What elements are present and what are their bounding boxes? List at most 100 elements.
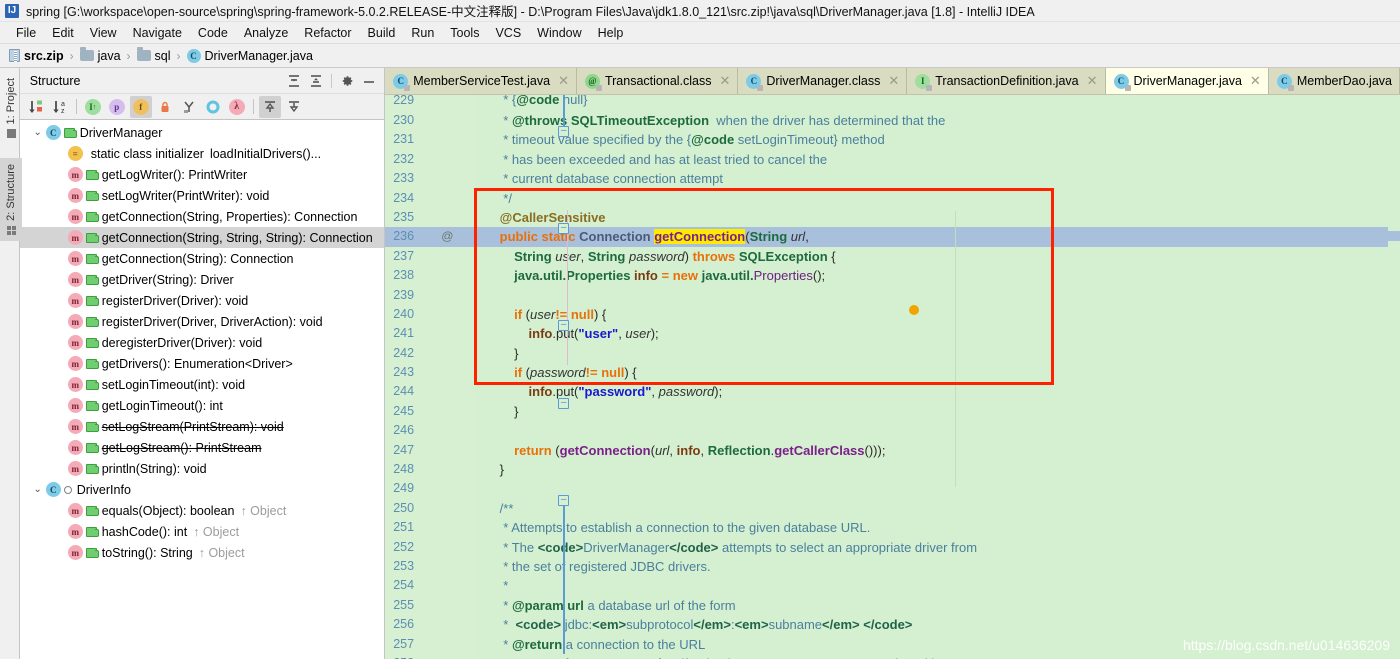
autoscroll-to-source-icon[interactable]	[258, 95, 281, 118]
code-fold-marker-245[interactable]: −	[558, 398, 570, 409]
editor-scrollbar-markers[interactable]	[1388, 95, 1400, 659]
editor-tab-drivermanager-java[interactable]: C DriverManager.java ✕	[1105, 68, 1269, 94]
breadcrumb-item-drivermanager-java[interactable]: C DriverManager.java	[184, 48, 316, 63]
structure-tree-item[interactable]: m getDriver(String): Driver	[20, 269, 384, 290]
code-token: ,	[669, 442, 677, 458]
code-fold-marker-242[interactable]: −	[558, 320, 570, 331]
tool-window-button-project[interactable]: 1: Project	[0, 72, 22, 144]
menu-item-refactor[interactable]: Refactor	[296, 24, 359, 42]
code-token: password	[658, 384, 715, 400]
autoscroll-from-source-icon[interactable]	[283, 96, 305, 118]
show-non-public-icon[interactable]	[154, 96, 176, 118]
editor-tab-transactional-class[interactable]: @ Transactional.class ✕	[576, 68, 739, 94]
menu-item-vcs[interactable]: VCS	[487, 24, 529, 42]
minimize-icon[interactable]	[358, 71, 380, 91]
editor-gutter[interactable]: 229 230 231 232 233 234 235 236 @237 238 239 240 241…	[385, 95, 476, 659]
structure-tree-item[interactable]: m getConnection(String): Connection	[20, 248, 384, 269]
structure-item-label: getConnection(String, Properties): Conne…	[101, 209, 358, 224]
code-token: attempts to select an appropriate driver…	[718, 539, 978, 555]
close-icon[interactable]: ✕	[1250, 73, 1261, 89]
show-anonymous-classes-icon[interactable]	[178, 96, 200, 118]
code-editor[interactable]: 229 230 231 232 233 234 235 236 @237 238 239 240 241…	[385, 95, 1400, 659]
structure-tree-item[interactable]: m setLogStream(PrintStream): void	[20, 416, 384, 437]
structure-tree-item[interactable]: m getConnection(String, Properties): Conn…	[20, 206, 384, 227]
close-icon[interactable]: ✕	[558, 73, 569, 89]
gutter-line-number: 237	[393, 248, 415, 263]
sort-alphabetically-icon[interactable]: a z	[49, 96, 71, 118]
collapse-all-icon[interactable]	[305, 71, 327, 91]
structure-tree-item[interactable]: ⌄ C DriverInfo	[20, 479, 384, 500]
structure-tree-item[interactable]: ⌄ C DriverManager	[20, 122, 384, 143]
show-fields-icon[interactable]: f	[129, 95, 152, 118]
gutter-line-number: 257	[393, 636, 415, 651]
gutter-line-number: 256	[393, 617, 415, 632]
chevron-down-icon[interactable]: ⌄	[30, 484, 46, 495]
breadcrumb-item-java[interactable]: java	[77, 47, 124, 63]
structure-tree-item[interactable]: m getLogWriter(): PrintWriter	[20, 164, 384, 185]
structure-tree-item[interactable]: m getConnection(String, String, String): …	[19, 227, 385, 248]
editor-tab-transactiondefinition-java[interactable]: I TransactionDefinition.java ✕	[907, 68, 1106, 94]
editor-tab-memberservicetest-java[interactable]: C MemberServiceTest.java ✕	[385, 68, 577, 94]
close-icon[interactable]: ✕	[888, 73, 899, 89]
menu-item-code[interactable]: Code	[190, 24, 236, 42]
structure-tree-item[interactable]: m registerDriver(Driver, DriverAction): v…	[20, 311, 384, 332]
expand-all-icon[interactable]	[283, 71, 305, 91]
code-fold-marker-234[interactable]: −	[558, 126, 570, 137]
structure-tree-item[interactable]: m getLogStream(): PrintStream	[20, 437, 384, 458]
project-tab-label: 1: Project	[5, 78, 17, 125]
code-token: getConnection	[654, 229, 746, 245]
header-divider	[331, 73, 333, 88]
menu-item-build[interactable]: Build	[360, 24, 404, 42]
structure-tree[interactable]: ⌄ C DriverManager = static class initializer…	[19, 120, 385, 659]
structure-tree-item[interactable]: m equals(Object): boolean ↑ Object	[20, 500, 384, 521]
menu-item-file[interactable]: File	[8, 24, 44, 42]
structure-tree-item[interactable]: m getLoginTimeout(): int	[20, 395, 384, 416]
code-token: <code>	[515, 617, 562, 633]
breadcrumb-item-src-zip[interactable]: src.zip	[6, 49, 67, 63]
structure-tree-item[interactable]: m setLoginTimeout(int): void	[20, 374, 384, 395]
editor-code-column[interactable]: * {@code null} * @throws SQLTimeoutExcep…	[475, 95, 1388, 659]
breadcrumb-item-sql[interactable]: sql	[134, 47, 174, 63]
structure-tree-item[interactable]: m hashCode(): int ↑ Object	[20, 521, 384, 542]
show-lambdas-icon[interactable]: λ	[226, 96, 248, 118]
menu-item-navigate[interactable]: Navigate	[125, 24, 190, 42]
editor-tab-drivermanager-class[interactable]: C DriverManager.class ✕	[738, 68, 908, 94]
menu-item-view[interactable]: View	[82, 24, 125, 42]
code-token: info	[676, 442, 701, 458]
code-line: if (user!= null) {	[475, 305, 1388, 324]
code-fold-marker-237[interactable]: −	[558, 223, 570, 234]
visibility-public-icon	[85, 253, 99, 264]
gear-icon[interactable]	[336, 71, 358, 91]
structure-tree-item[interactable]: m setLogWriter(PrintWriter): void	[20, 185, 384, 206]
sort-by-visibility-icon[interactable]	[25, 96, 47, 118]
structure-tree-item[interactable]: m registerDriver(Driver): void	[20, 290, 384, 311]
code-fold-marker-250[interactable]: −	[558, 495, 570, 506]
close-icon[interactable]: ✕	[1087, 73, 1098, 89]
menu-item-help[interactable]: Help	[590, 24, 632, 42]
menu-item-edit[interactable]: Edit	[44, 24, 82, 42]
gutter-line-number: 242	[393, 345, 415, 360]
chevron-down-icon[interactable]: ⌄	[30, 127, 46, 138]
close-icon[interactable]: ✕	[720, 73, 731, 89]
visibility-public-icon	[85, 400, 99, 411]
code-token: * The	[485, 539, 538, 555]
structure-tree-item[interactable]: m println(String): void	[20, 458, 384, 479]
tool-window-button-structure[interactable]: 2: Structure	[0, 158, 22, 241]
show-properties-icon[interactable]: p	[106, 96, 128, 118]
editor-tab-label: MemberServiceTest.java	[413, 74, 551, 88]
menu-item-analyze[interactable]: Analyze	[236, 24, 296, 42]
editor-tab-memberdao-java[interactable]: C MemberDao.java	[1268, 68, 1400, 94]
menu-item-run[interactable]: Run	[403, 24, 442, 42]
structure-tree-item[interactable]: = static class initializer loadInitialDriv…	[20, 143, 384, 164]
menu-item-window[interactable]: Window	[529, 24, 589, 42]
structure-tree-item[interactable]: m getDrivers(): Enumeration<Driver>	[20, 353, 384, 374]
show-inherited-members-icon[interactable]: I ↑	[82, 96, 104, 118]
code-token: ,	[700, 442, 708, 458]
structure-tree-item[interactable]: m toString(): String ↑ Object	[20, 542, 384, 563]
folder-icon	[79, 47, 94, 61]
show-interfaces-icon[interactable]	[202, 96, 224, 118]
override-marker-icon[interactable]: @	[441, 227, 453, 246]
menu-item-tools[interactable]: Tools	[442, 24, 487, 42]
structure-tree-item[interactable]: m deregisterDriver(Driver): void	[20, 332, 384, 353]
